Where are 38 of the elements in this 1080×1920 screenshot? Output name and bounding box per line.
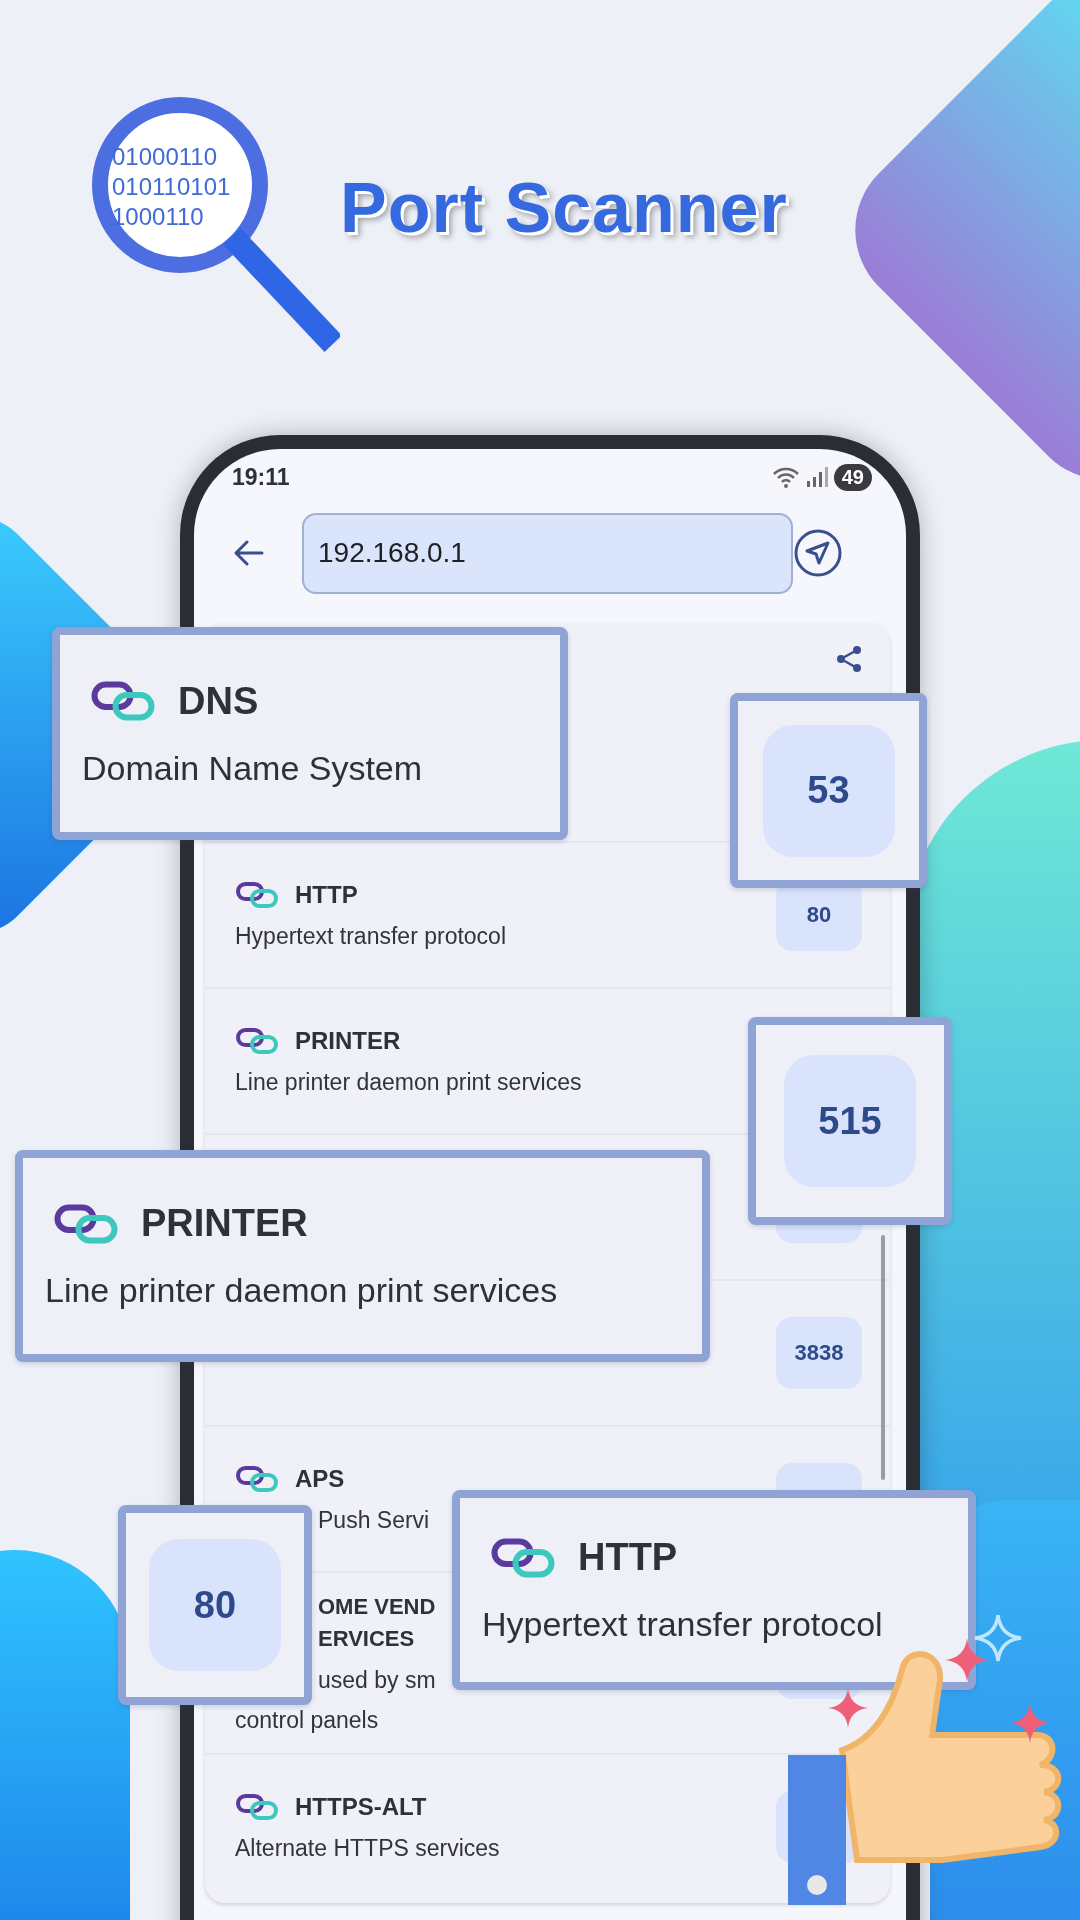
service-description: control panels xyxy=(235,1706,380,1735)
navigation-icon[interactable] xyxy=(793,528,843,578)
link-icon xyxy=(53,1202,119,1245)
link-icon xyxy=(490,1536,556,1579)
app-title: Port Scanner xyxy=(340,168,788,248)
service-name: ERVICES xyxy=(318,1625,416,1653)
battery-level: 49 xyxy=(833,463,872,491)
service-name: HTTP xyxy=(295,880,358,910)
status-time: 19:11 xyxy=(232,463,290,491)
service-name: PRINTER xyxy=(295,1026,401,1056)
service-description: Hypertext transfer protocol xyxy=(235,922,507,951)
service-description: Alternate HTTPS services xyxy=(235,1834,501,1863)
service-name: APS xyxy=(295,1464,345,1494)
back-arrow-icon[interactable] xyxy=(234,540,264,566)
magnifier-icon xyxy=(90,95,340,355)
port-badge: 53 xyxy=(762,724,895,857)
service-name: PRINTER xyxy=(141,1202,308,1245)
link-icon xyxy=(90,680,156,722)
ip-address-field[interactable]: 192.168.0.1 xyxy=(302,512,793,594)
service-description: Hypertext transfer protocol xyxy=(482,1605,884,1644)
port-badge: 80 xyxy=(149,1539,281,1671)
service-description: Line printer daemon print services xyxy=(235,1068,583,1097)
signal-icon xyxy=(805,466,828,488)
binary-text: 1000110 xyxy=(112,203,205,231)
service-description: Line printer daemon print services xyxy=(45,1271,559,1310)
share-icon[interactable] xyxy=(834,644,864,674)
service-name: HTTPS-ALT xyxy=(295,1792,427,1822)
service-description: used by sm xyxy=(318,1666,437,1695)
service-name: HTTP xyxy=(578,1536,678,1579)
service-description: Domain Name System xyxy=(82,748,424,788)
binary-text: 01000110 xyxy=(112,143,218,171)
wifi-icon xyxy=(771,466,800,488)
port-badge: 515 xyxy=(784,1055,916,1187)
port-badge: 3838 xyxy=(776,1317,862,1389)
binary-text: 010110101 xyxy=(112,173,232,201)
service-description: Push Servi xyxy=(318,1506,431,1535)
service-name: DNS xyxy=(178,679,259,723)
service-name: OME VEND xyxy=(318,1593,436,1621)
